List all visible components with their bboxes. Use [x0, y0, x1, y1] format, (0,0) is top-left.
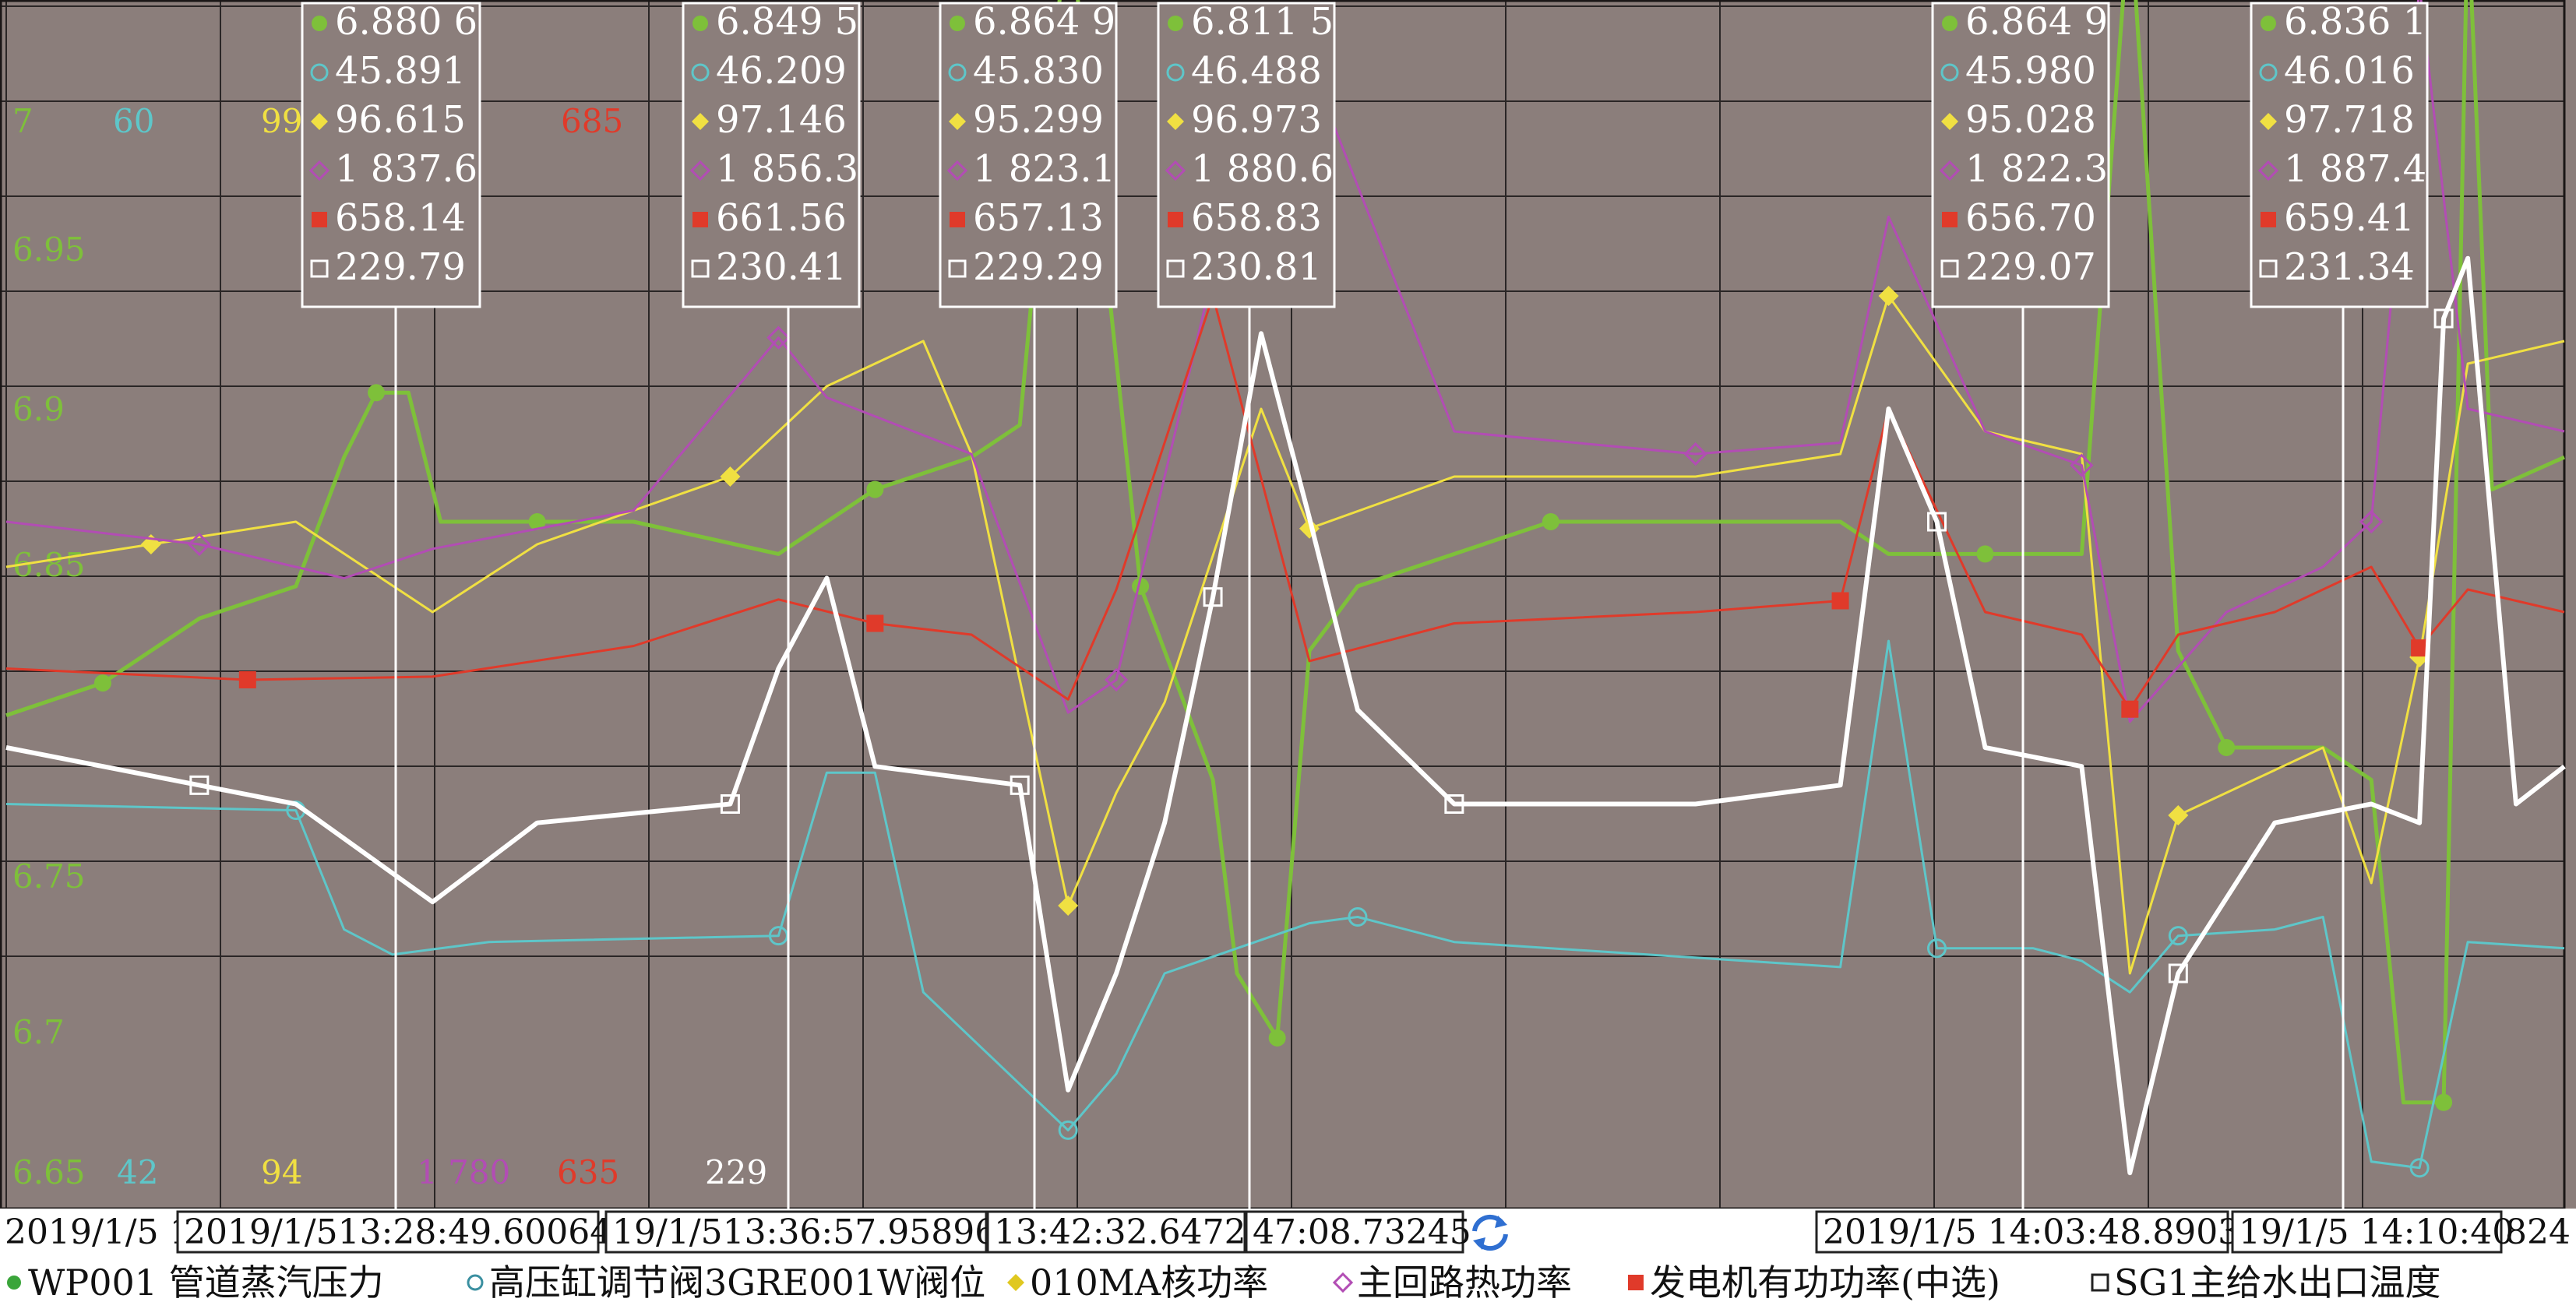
cursor-value: 656.70 [1965, 196, 2096, 240]
cursor-time-label: 2019/1/513:28:49.60064 [184, 1212, 611, 1252]
data-point-marker [1976, 545, 1994, 563]
tick-label-bottom: 42 [117, 1153, 158, 1191]
cursor-value: 1 822.3 [1965, 147, 2108, 191]
legend-marker [7, 1276, 21, 1290]
cursor-value: 658.83 [1191, 196, 1322, 240]
tick-label-pressure: 6.75 [12, 857, 86, 896]
legend-item: 主回路热功率 [1332, 1262, 1572, 1302]
legend-marker [692, 16, 708, 31]
cursor-value: 661.56 [716, 196, 847, 240]
legend-marker [1628, 1275, 1644, 1290]
cursor-value: 45.891 [335, 49, 466, 93]
cursor-value: 1 837.6 [335, 147, 477, 191]
tick-label-pressure: 6.9 [12, 390, 65, 428]
tick-label-pressure: 6.95 [12, 230, 86, 269]
legend-marker [2261, 212, 2276, 227]
cursor-value: 6.811 5 [1191, 0, 1334, 44]
legend-label: WP001 管道蒸汽压力 [28, 1262, 384, 1302]
data-point-marker [1831, 592, 1849, 610]
legend-item: 高压缸调节阀3GRE001W阀位 [467, 1262, 985, 1302]
data-point-marker [2218, 739, 2236, 756]
cursor-value: 231.34 [2284, 245, 2415, 289]
cursor-time-label: 19/1/513:36:57.95896 [612, 1212, 996, 1252]
data-point-marker [1268, 1029, 1286, 1047]
legend-label: 010MA核功率 [1030, 1262, 1268, 1302]
legend-marker [2261, 16, 2276, 31]
cursor-value: 1 823.1 [973, 147, 1115, 191]
legend-marker [1942, 16, 1958, 31]
cursor-value: 657.13 [973, 196, 1104, 240]
legend-item: SG1主给水出口温度 [2091, 1262, 2441, 1302]
cursor-value: 46.209 [716, 49, 847, 93]
cursor-value: 1 856.3 [716, 147, 858, 191]
cursor-value: 230.41 [716, 245, 847, 289]
cursor-value: 96.973 [1191, 98, 1322, 142]
time-axis: 2019/1/5 12019/1/513:28:49.60064 19/1/513… [0, 1209, 2576, 1257]
cursor-time-label: 2019/1/5 14:03:48.8903 [1823, 1212, 2239, 1252]
legend-marker [692, 212, 708, 227]
tick-label-bottom: 635 [557, 1153, 619, 1191]
trend-chart: 76.956.96.856.756.76.6560 99 68542 94 1 780 6… [0, 0, 2576, 1302]
cursor-value: 658.14 [335, 196, 466, 240]
legend-marker [950, 212, 965, 227]
tick-label-top: 99 [261, 102, 302, 140]
cursor-value: 97.718 [2284, 98, 2415, 142]
legend-marker [1168, 212, 1183, 227]
legend-label: 发电机有功功率(中选) [1650, 1262, 2000, 1302]
cursor-value: 96.615 [335, 98, 466, 142]
cursor-value: 6.864 9 [973, 0, 1115, 44]
cursor-value: 229.29 [973, 245, 1104, 289]
cursor-value: 46.016 [2284, 49, 2415, 93]
data-point-marker [2435, 1093, 2453, 1111]
cursor-value: 230.81 [1191, 245, 1322, 289]
tick-label-pressure: 6.7 [12, 1013, 65, 1051]
tick-label-bottom: 229 [705, 1153, 767, 1191]
cursor-value: 97.146 [716, 98, 847, 142]
cursor-value: 45.830 [973, 49, 1104, 93]
cursor-value: 229.79 [335, 245, 466, 289]
cursor-time-label: 19/1/5 14:10:40 [2239, 1212, 2514, 1252]
cursor-value: 6.836 1 [2284, 0, 2426, 44]
legend-item: 010MA核功率 [1007, 1262, 1268, 1302]
data-point-marker [1542, 513, 1559, 530]
data-point-marker [866, 614, 884, 632]
cursor-value: 6.864 9 [1965, 0, 2108, 44]
legend-marker [1168, 16, 1183, 31]
legend-item: 发电机有功功率(中选) [1628, 1262, 2000, 1302]
cursor-value: 6.849 5 [716, 0, 858, 44]
data-point-marker [2121, 700, 2139, 718]
legend-label: 高压缸调节阀3GRE001W阀位 [489, 1262, 985, 1302]
data-point-marker [238, 671, 256, 688]
cursor-value: 229.07 [1965, 245, 2096, 289]
legend-marker [312, 16, 327, 31]
tick-label-bottom: 94 [261, 1153, 302, 1191]
data-point-marker [93, 674, 111, 692]
legend-marker [1942, 212, 1958, 227]
cursor-value: 46.488 [1191, 49, 1322, 93]
cursor-value: 1 887.4 [2284, 147, 2426, 191]
cursor-value: 1 880.6 [1191, 147, 1334, 191]
cursor-value: 95.299 [973, 98, 1104, 142]
legend-label: SG1主给水出口温度 [2114, 1262, 2441, 1302]
legend-marker [950, 16, 965, 31]
cursor-value: 95.028 [1965, 98, 2096, 142]
tick-label-top: 685 [561, 102, 623, 140]
data-point-marker [368, 384, 386, 402]
tick-label-pressure: 6.65 [12, 1153, 86, 1191]
legend-marker [312, 212, 327, 227]
tick-label-bottom: 1 780 [417, 1153, 510, 1191]
time-axis-start-label: 2019/1/5 1 [5, 1212, 192, 1252]
cursor-value: 45.980 [1965, 49, 2096, 93]
legend-label: 主回路热功率 [1357, 1262, 1572, 1302]
cursor-value: 659.41 [2284, 196, 2415, 240]
cursor-value: 6.880 6 [335, 0, 477, 44]
legend-item: WP001 管道蒸汽压力 [7, 1262, 384, 1302]
cursor-time-label: 47:08.73245 [1253, 1212, 1471, 1252]
tick-label-top: 60 [113, 102, 154, 140]
cursor-time-label: 13:42:32.6472 [994, 1212, 1246, 1252]
tick-label-pressure: 7 [12, 102, 33, 140]
time-axis-end-label: 824 [2505, 1212, 2571, 1252]
data-point-marker [866, 480, 884, 498]
